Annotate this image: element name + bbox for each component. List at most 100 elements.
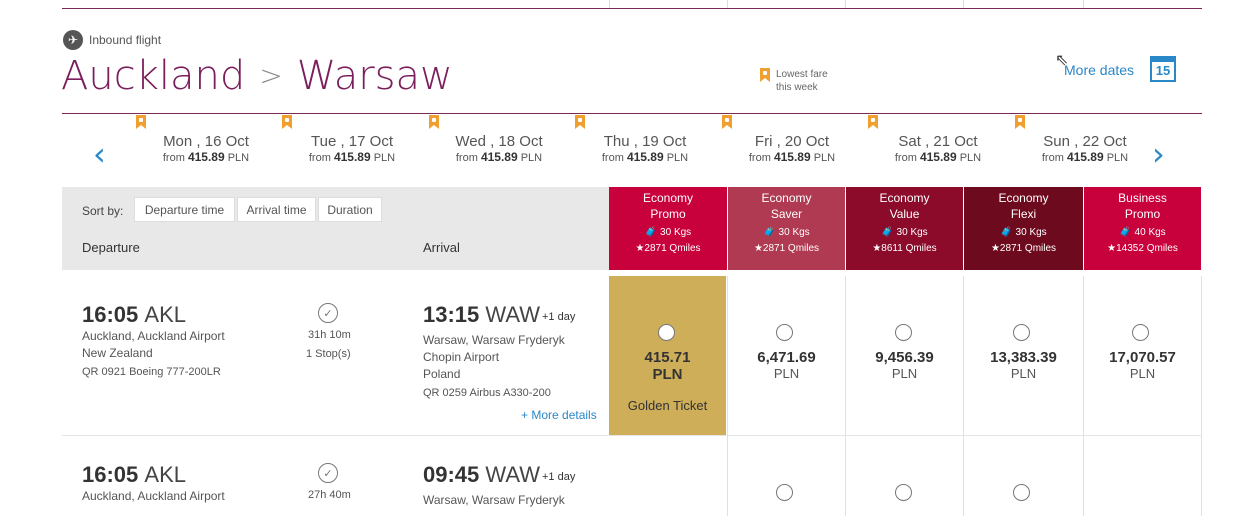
label-text: 🧳 30 Kgs [728, 225, 845, 241]
label-text: 16:05 [82, 302, 139, 327]
label-text: from [162, 152, 185, 164]
baggage-icon: 🧳 [763, 227, 776, 238]
departure-city: Auckland, Auckland Airport [82, 329, 225, 343]
lowest-fare-legend: Lowest fare this week [760, 68, 846, 94]
label-text: 2871 Qmiles [999, 243, 1057, 254]
label-text: Saver [770, 207, 803, 221]
label-text: 30 Kgs [1015, 227, 1047, 238]
fare-radio-economy-value[interactable] [895, 324, 912, 341]
check-icon: ✓ [318, 463, 338, 483]
fare-radio-economy-flexi[interactable] [1013, 324, 1030, 341]
bookmark-icon [722, 115, 732, 129]
fare-radio-economy-value[interactable] [895, 484, 912, 501]
date-price: from 415.89 PLN [722, 150, 862, 164]
arrival-city: Warsaw, Warsaw Fryderyk [423, 333, 565, 347]
sort-arrival-button[interactable]: Arrival time [237, 197, 316, 222]
date-tab-thu[interactable]: Thu , 19 Oct from 415.89 PLN [575, 115, 715, 164]
date-price: from 415.89 PLN [1015, 150, 1155, 164]
label-text: +1 day [541, 471, 576, 483]
date-label: Sat , 21 Oct [898, 133, 978, 150]
bookmark-icon [575, 115, 585, 129]
departure-city: Auckland, Auckland Airport [82, 489, 225, 503]
sort-departure-button[interactable]: Departure time [134, 197, 235, 222]
label-text: 30 Kgs [778, 227, 810, 238]
fare-radio-economy-saver[interactable] [776, 484, 793, 501]
label-text: 14352 Qmiles [1116, 243, 1178, 254]
label-text: ★2871 Qmiles [964, 241, 1083, 257]
fare-radio-economy-promo[interactable] [658, 324, 675, 341]
fare-radio-economy-flexi[interactable] [1013, 484, 1030, 501]
fare-currency: PLN [891, 366, 918, 381]
date-tab-sun[interactable]: Sun , 22 Oct from 415.89 PLN [1015, 115, 1155, 164]
destination-city: Warsaw [296, 53, 453, 99]
departure-flight-info: QR 0921 Boeing 777-200LR [82, 366, 221, 378]
date-tab-mon[interactable]: Mon , 16 Oct from 415.89 PLN [136, 115, 276, 164]
date-label: Wed , 18 Oct [455, 133, 543, 150]
label-text: PLN [813, 152, 836, 164]
label-text: PLN [373, 152, 396, 164]
label-text: 415.89 [919, 150, 957, 164]
dates-divider [62, 113, 1202, 114]
label-text: Economy [642, 191, 694, 205]
bookmark-icon [760, 68, 770, 82]
label-text: Economy [761, 191, 812, 205]
label-text: 30 Kgs [660, 227, 692, 238]
calendar-icon[interactable]: 15 [1150, 56, 1176, 82]
date-price: from 415.89 PLN [282, 150, 422, 164]
arrival-city: Warsaw, Warsaw Fryderyk [423, 493, 565, 507]
label-text: Promo [650, 207, 686, 221]
label-text: 2871 Qmiles [762, 243, 820, 254]
fare-price: 9,456.39 [875, 349, 934, 366]
star-icon: ★ [872, 243, 882, 254]
divider [963, 0, 964, 8]
divider [963, 276, 964, 516]
fare-radio-economy-saver[interactable] [776, 324, 793, 341]
date-tab-sat[interactable]: Sat , 21 Oct from 415.89 PLN [868, 115, 1008, 164]
bookmark-icon [868, 115, 878, 129]
divider [845, 0, 846, 8]
fare-header-economy-promo: Economy Promo 🧳 30 Kgs ★2871 Qmiles [609, 187, 727, 270]
prev-week-arrow-icon[interactable]: ‹ [93, 135, 106, 173]
departure-country: New Zealand [82, 346, 153, 360]
baggage-icon: 🧳 [1000, 227, 1013, 238]
date-price: from 415.89 PLN [575, 150, 715, 164]
date-tab-fri[interactable]: Fri , 20 Oct from 415.89 PLN [722, 115, 862, 164]
inbound-text: Inbound flight [89, 33, 162, 47]
label-text: PLN [520, 152, 543, 164]
arrival-time: 09:45 WAW +1 day [423, 462, 575, 488]
arrival-country: Poland [423, 367, 461, 381]
label-text: ★2871 Qmiles [609, 241, 727, 257]
label-text: 8611 Qmiles [881, 243, 937, 254]
arrival-flight-info: QR 0259 Airbus A330-200 [423, 387, 551, 399]
divider [727, 0, 728, 8]
label-text: AKL [144, 462, 186, 487]
legend-text: Lowest fare this week [776, 69, 828, 93]
sort-duration-button[interactable]: Duration [318, 197, 382, 222]
divider [727, 276, 728, 516]
more-dates-link[interactable]: More dates [1064, 62, 1134, 78]
fare-radio-business-promo[interactable] [1132, 324, 1149, 341]
arrival-airport: Chopin Airport [423, 350, 500, 364]
fare-price: 13,383.39 [990, 349, 1057, 366]
fare-price: 17,070.57 [1109, 349, 1176, 366]
date-tab-wed[interactable]: Wed , 18 Oct from 415.89 PLN [429, 115, 569, 164]
label-text: Economy [998, 191, 1049, 205]
label-text: Business [1118, 191, 1167, 205]
baggage-icon: 🧳 [1119, 227, 1132, 238]
duration: 31h 10m [308, 329, 351, 341]
date-tab-tue[interactable]: Tue , 17 Oct from 415.89 PLN [282, 115, 422, 164]
top-divider [62, 8, 1202, 9]
date-label: Fri , 20 Oct [754, 133, 830, 150]
more-details-link[interactable]: + More details [521, 407, 597, 424]
date-price: from 415.89 PLN [868, 150, 1008, 164]
label-text: Economy [879, 191, 930, 205]
divider [1083, 276, 1084, 516]
label-text: from [308, 152, 331, 164]
date-label: Tue , 17 Oct [311, 133, 393, 150]
origin-city: Auckland [61, 53, 246, 99]
departure-time: 16:05 AKL [82, 302, 186, 328]
label-text: AKL [144, 302, 186, 327]
label-text: 415.89 [480, 150, 518, 164]
departure-time: 16:05 AKL [82, 462, 186, 488]
date-price: from 415.89 PLN [429, 150, 569, 164]
